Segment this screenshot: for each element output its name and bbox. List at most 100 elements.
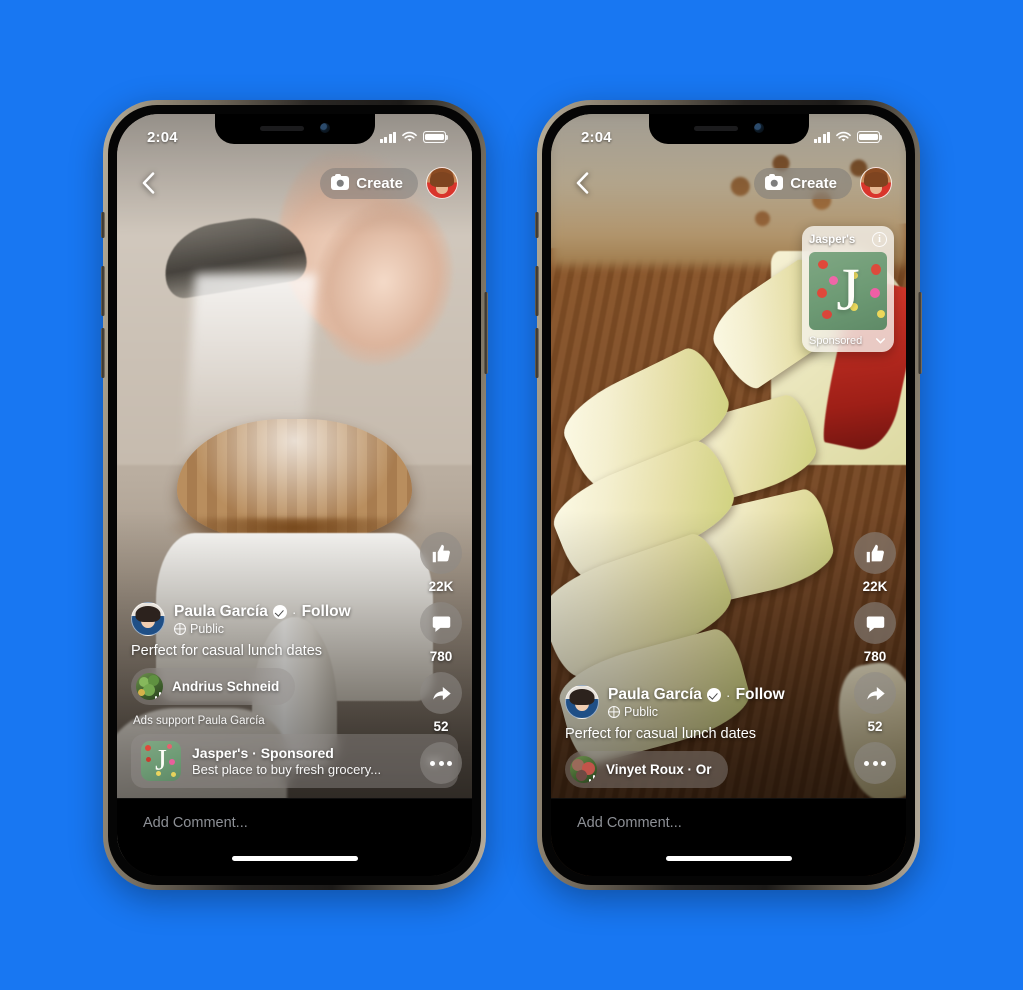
create-button-label: Create [356,174,403,192]
share-icon[interactable] [854,672,896,714]
action-rail: 22K 780 52 [420,532,462,792]
comment-input-bar[interactable]: Add Comment... [551,798,906,846]
more-action[interactable] [854,742,896,784]
sponsor-logo: J [141,741,181,781]
comment-action[interactable]: 780 [420,602,462,664]
comment-input-bar[interactable]: Add Comment... [117,798,472,846]
author-name-row: Paula García · Follow [608,686,785,704]
comment-action[interactable]: 780 [854,602,896,664]
profile-avatar[interactable] [860,167,892,199]
post-privacy: Public [174,622,351,636]
privacy-label: Public [190,621,225,636]
author-avatar[interactable] [131,602,165,636]
ads-support-label: Ads support Paula García [133,715,265,727]
phone-screen-right: 2:04 Create Jasper's i J Sponsored 22K 7… [551,114,906,876]
sponsor-logo-letter: J [155,743,167,777]
audio-label: Andrius Schneid [172,679,280,694]
front-camera [319,123,330,133]
floating-ad-header: Jasper's i [809,232,887,247]
wifi-icon [402,131,417,142]
top-navigation-bar: Create [117,160,472,206]
share-action[interactable]: 52 [854,672,896,734]
volume-up-button[interactable] [535,266,539,316]
phone-bezel-right: 2:04 Create Jasper's i J Sponsored 22K 7… [542,105,915,885]
device-notch [214,114,375,144]
more-icon[interactable] [420,742,462,784]
chevron-left-icon [142,172,154,194]
post-author[interactable]: Paula García · Follow Public [565,685,892,719]
comment-icon[interactable] [854,602,896,644]
share-action[interactable]: 52 [420,672,462,734]
comment-count: 780 [863,649,887,664]
sponsor-subtitle: Best place to buy fresh grocery... [192,762,382,777]
volume-down-button[interactable] [535,328,539,378]
battery-icon [423,131,449,143]
more-icon[interactable] [854,742,896,784]
share-icon[interactable] [420,672,462,714]
create-button[interactable]: Create [320,167,418,199]
floating-ad-sponsored-label: Sponsored [809,334,863,347]
volume-down-button[interactable] [101,328,105,378]
create-button[interactable]: Create [754,167,852,199]
author-separator: · [291,603,297,620]
follow-button[interactable]: Follow [302,603,351,621]
comment-count: 780 [429,649,453,664]
like-action[interactable]: 22K [420,532,462,594]
home-indicator[interactable] [665,855,792,861]
earpiece-speaker [693,125,738,131]
chevron-down-icon[interactable] [874,334,887,347]
camera-icon [331,173,350,190]
comment-icon[interactable] [420,602,462,644]
verified-badge-icon [272,604,287,619]
chevron-left-icon [576,172,588,194]
like-count: 22K [862,579,888,594]
cellular-signal-icon [379,131,396,143]
status-bar-indicators [813,131,883,143]
home-indicator-area [117,846,472,876]
phone-device-left: 2:04 Create 22K 780 52 Paula García · Fo… [101,100,488,890]
follow-button[interactable]: Follow [736,686,785,704]
home-indicator-area [551,846,906,876]
post-author[interactable]: Paula García · Follow Public [131,602,458,636]
post-caption: Perfect for casual lunch dates [565,726,757,742]
post-privacy: Public [608,705,785,719]
info-glyph: i [878,233,881,245]
cellular-signal-icon [813,131,830,143]
back-button[interactable] [131,166,165,200]
globe-icon [608,705,620,718]
home-indicator[interactable] [231,855,358,861]
ellipsis-glyph [430,760,452,766]
volume-up-button[interactable] [101,266,105,316]
like-action[interactable]: 22K [854,532,896,594]
sponsored-ad-card[interactable]: J Jasper's · Sponsored Best place to buy… [131,734,458,788]
thumbs-up-icon[interactable] [420,532,462,574]
audio-attribution-pill[interactable]: Vinyet Roux · Or [565,751,728,788]
audio-attribution-pill[interactable]: Andrius Schneid [131,668,296,705]
more-action[interactable] [420,742,462,784]
top-navigation-bar: Create [551,160,906,206]
share-count: 52 [433,719,449,734]
phone-device-right: 2:04 Create Jasper's i J Sponsored 22K 7… [535,100,922,890]
author-name-row: Paula García · Follow [174,603,351,621]
silent-switch-button[interactable] [101,212,105,238]
power-button[interactable] [918,292,922,374]
phone-screen-left: 2:04 Create 22K 780 52 Paula García · Fo… [117,114,472,876]
info-icon[interactable]: i [872,232,887,247]
profile-avatar[interactable] [426,167,458,199]
floating-sponsored-ad-card[interactable]: Jasper's i J Sponsored [802,226,894,352]
floating-ad-logo-letter: J [836,256,860,323]
author-name: Paula García [608,685,702,703]
thumbs-up-icon[interactable] [854,532,896,574]
power-button[interactable] [484,292,488,374]
floating-ad-image[interactable]: J [809,252,887,330]
floating-ad-footer: Sponsored [809,334,887,347]
back-button[interactable] [565,166,599,200]
action-rail: 22K 780 52 [854,532,896,792]
audio-waveform-icon [155,691,163,700]
share-glyph [866,686,885,700]
comment-placeholder: Add Comment... [577,814,682,831]
comment-placeholder: Add Comment... [143,814,248,831]
post-info-overlay: Paula García · Follow Public Perfect for… [117,602,472,788]
silent-switch-button[interactable] [535,212,539,238]
author-avatar[interactable] [565,685,599,719]
